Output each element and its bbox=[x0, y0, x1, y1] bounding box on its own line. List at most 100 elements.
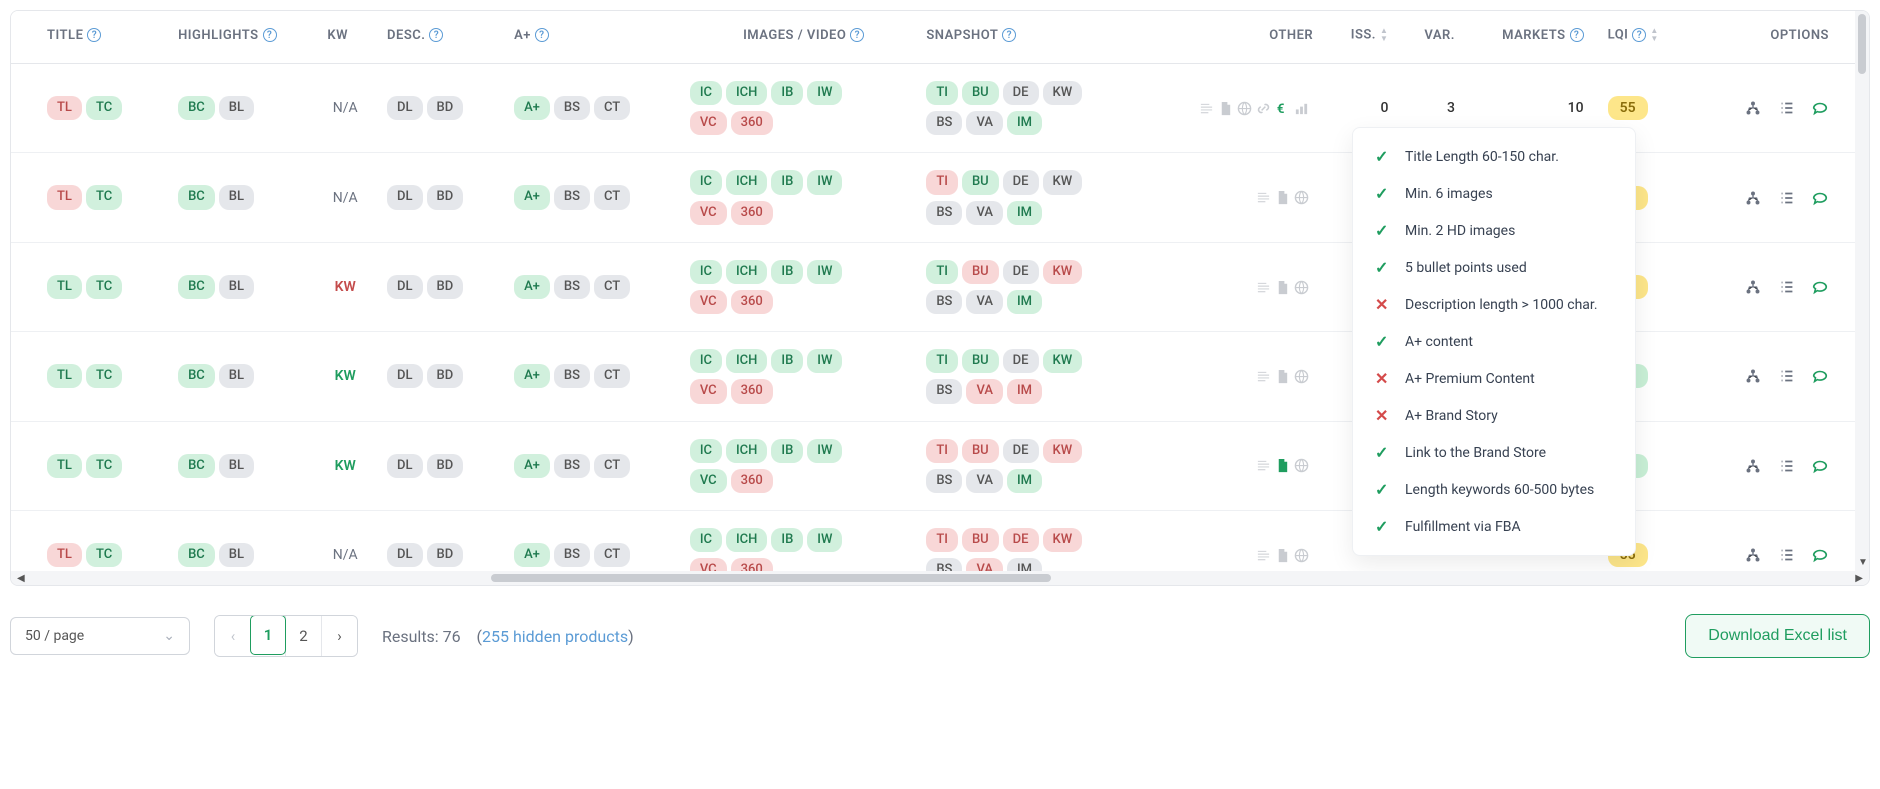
status-pill: BC bbox=[178, 364, 215, 388]
lqi-badge: 55 bbox=[1608, 96, 1648, 120]
hierarchy-icon[interactable] bbox=[1744, 457, 1762, 475]
col-kw[interactable]: KW bbox=[315, 11, 375, 64]
status-pill: TL bbox=[47, 96, 82, 120]
status-pill: A+ bbox=[514, 275, 550, 299]
page-next-button[interactable]: › bbox=[321, 616, 357, 656]
popup-item: ✓A+ content bbox=[1375, 323, 1613, 360]
page-size-label: 50 / page bbox=[25, 628, 84, 644]
popup-text: Min. 6 images bbox=[1405, 186, 1493, 202]
hierarchy-icon[interactable] bbox=[1744, 278, 1762, 296]
scroll-left-arrow-icon[interactable]: ◀ bbox=[17, 573, 25, 584]
col-lqi[interactable]: LQI? bbox=[1596, 11, 1688, 64]
status-pill: IC bbox=[690, 439, 722, 463]
status-pill: KW bbox=[1043, 260, 1083, 284]
hidden-products-link[interactable]: 255 hidden products bbox=[482, 627, 628, 646]
list-icon[interactable] bbox=[1778, 546, 1796, 564]
popup-item: ✕A+ Premium Content bbox=[1375, 360, 1613, 397]
comment-icon[interactable] bbox=[1811, 546, 1829, 564]
list-icon[interactable] bbox=[1778, 278, 1796, 296]
status-pill: DE bbox=[1003, 260, 1039, 284]
col-other[interactable]: OTHER bbox=[1157, 11, 1325, 64]
list-icon[interactable] bbox=[1778, 367, 1796, 385]
status-pill: BD bbox=[427, 185, 464, 209]
col-iss[interactable]: ISS. bbox=[1325, 11, 1400, 64]
status-pill: BS bbox=[554, 185, 590, 209]
status-pill: BS bbox=[926, 379, 962, 403]
horizontal-scrollbar[interactable]: ◀ ▶ bbox=[11, 571, 1869, 585]
status-pill: DL bbox=[387, 185, 423, 209]
chevron-down-icon: ⌄ bbox=[163, 628, 175, 644]
page-button[interactable]: 1 bbox=[250, 615, 286, 655]
help-icon[interactable]: ? bbox=[1002, 28, 1016, 42]
col-title[interactable]: TITLE? bbox=[11, 11, 166, 64]
cell: ICICHIBIWVC360 bbox=[678, 510, 915, 571]
scroll-down-arrow-icon[interactable]: ▼ bbox=[1858, 557, 1868, 568]
status-pill: DE bbox=[1003, 528, 1039, 552]
scroll-right-arrow-icon[interactable]: ▶ bbox=[1855, 573, 1863, 584]
comment-icon[interactable] bbox=[1811, 189, 1829, 207]
status-pill: VA bbox=[966, 379, 1003, 403]
hierarchy-icon[interactable] bbox=[1744, 546, 1762, 564]
status-pill: BU bbox=[962, 170, 999, 194]
status-pill: IB bbox=[771, 439, 803, 463]
status-pill: IM bbox=[1007, 558, 1042, 571]
status-pill: BS bbox=[554, 543, 590, 567]
status-pill: VA bbox=[966, 469, 1003, 493]
kw-cell: KW bbox=[315, 421, 375, 510]
col-snapshot[interactable]: SNAPSHOT? bbox=[914, 11, 1157, 64]
col-aplus[interactable]: A+? bbox=[502, 11, 678, 64]
popup-text: A+ Brand Story bbox=[1405, 408, 1498, 424]
cell: BCBL bbox=[166, 153, 315, 242]
status-pill: BU bbox=[962, 349, 999, 373]
cell: TLTC bbox=[11, 332, 166, 421]
sort-icon[interactable] bbox=[1380, 27, 1388, 43]
page-prev-button[interactable]: ‹ bbox=[215, 616, 251, 656]
page-button[interactable]: 2 bbox=[285, 616, 321, 656]
page-size-select[interactable]: 50 / page ⌄ bbox=[10, 617, 190, 655]
col-var[interactable]: VAR. bbox=[1400, 11, 1467, 64]
list-icon[interactable] bbox=[1778, 99, 1796, 117]
sort-icon[interactable] bbox=[1650, 27, 1658, 43]
help-icon[interactable]: ? bbox=[429, 28, 443, 42]
col-highlights[interactable]: HIGHLIGHTS? bbox=[166, 11, 315, 64]
list-icon[interactable] bbox=[1778, 189, 1796, 207]
status-pill: CT bbox=[594, 275, 630, 299]
list-icon[interactable] bbox=[1778, 457, 1796, 475]
help-icon[interactable]: ? bbox=[850, 28, 864, 42]
comment-icon[interactable] bbox=[1811, 367, 1829, 385]
hierarchy-icon[interactable] bbox=[1744, 367, 1762, 385]
help-icon[interactable]: ? bbox=[87, 28, 101, 42]
cell: ICICHIBIWVC360 bbox=[678, 242, 915, 331]
hierarchy-icon[interactable] bbox=[1744, 189, 1762, 207]
help-icon[interactable]: ? bbox=[263, 28, 277, 42]
status-pill: DE bbox=[1003, 439, 1039, 463]
status-pill: VC bbox=[690, 379, 727, 403]
vertical-scrollbar[interactable]: ▼ bbox=[1855, 11, 1869, 571]
help-icon[interactable]: ? bbox=[1570, 28, 1584, 42]
status-pill: 360 bbox=[731, 201, 773, 225]
help-icon[interactable]: ? bbox=[535, 28, 549, 42]
status-pill: BU bbox=[962, 260, 999, 284]
col-desc[interactable]: DESC.? bbox=[375, 11, 502, 64]
scrollbar-thumb[interactable] bbox=[491, 574, 1051, 582]
scrollbar-thumb[interactable] bbox=[1858, 14, 1866, 74]
status-pill: ICH bbox=[726, 81, 767, 105]
status-pill: BC bbox=[178, 454, 215, 478]
status-pill: BL bbox=[219, 275, 254, 299]
status-pill: TC bbox=[86, 185, 122, 209]
comment-icon[interactable] bbox=[1811, 278, 1829, 296]
status-pill: A+ bbox=[514, 185, 550, 209]
status-pill: BS bbox=[554, 364, 590, 388]
hierarchy-icon[interactable] bbox=[1744, 99, 1762, 117]
status-pill: BU bbox=[962, 439, 999, 463]
popup-text: A+ content bbox=[1405, 334, 1473, 350]
col-images[interactable]: IMAGES / VIDEO? bbox=[678, 11, 915, 64]
download-excel-button[interactable]: Download Excel list bbox=[1685, 614, 1870, 658]
status-pill: IB bbox=[771, 81, 803, 105]
comment-icon[interactable] bbox=[1811, 99, 1829, 117]
cell: A+BSCT bbox=[502, 64, 678, 153]
comment-icon[interactable] bbox=[1811, 457, 1829, 475]
col-markets[interactable]: MARKETS? bbox=[1467, 11, 1596, 64]
status-pill: BS bbox=[926, 469, 962, 493]
help-icon[interactable]: ? bbox=[1632, 28, 1646, 42]
